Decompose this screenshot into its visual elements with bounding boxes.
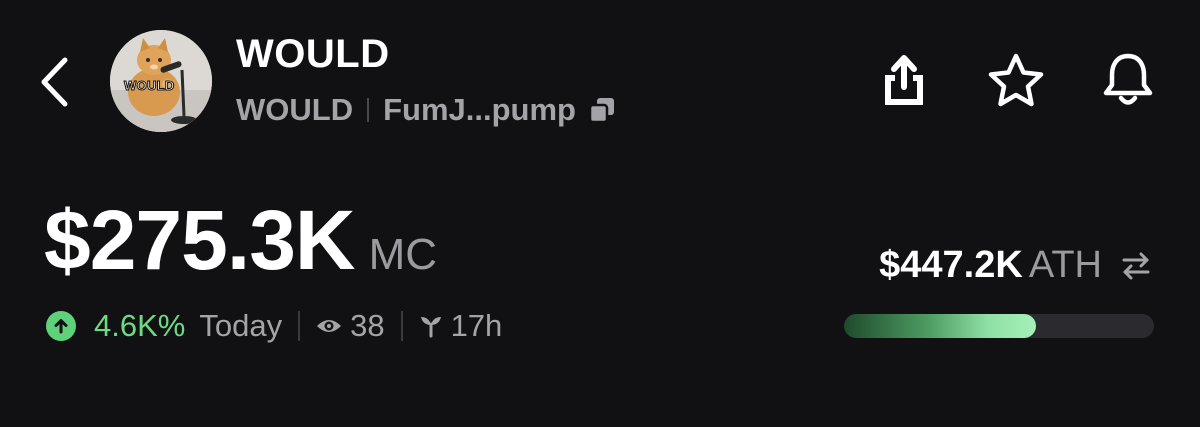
market-cap: $275.3K MC xyxy=(44,190,437,290)
avatar-caption: WOULD xyxy=(124,78,175,94)
sprout-icon xyxy=(419,314,443,338)
copy-address-button[interactable] xyxy=(584,92,620,128)
token-address[interactable]: FumJ...pump xyxy=(383,90,576,130)
favorite-button[interactable] xyxy=(984,48,1048,112)
stats-divider xyxy=(298,311,301,341)
token-age: 17h xyxy=(450,308,503,343)
share-icon xyxy=(885,55,923,105)
market-cap-label: MC xyxy=(368,230,438,279)
token-subtitle: WOULD FumJ...pump xyxy=(236,90,620,130)
stats-row: 4.6K% Today 38 17h xyxy=(46,304,502,348)
toggle-ath-button[interactable] xyxy=(1116,246,1156,286)
bell-icon xyxy=(1103,53,1153,105)
ath-display: $447.2K ATH xyxy=(879,244,1156,287)
back-button[interactable] xyxy=(28,52,80,112)
subtitle-divider xyxy=(367,98,370,122)
star-icon xyxy=(988,53,1044,107)
chevron-left-icon xyxy=(41,57,68,107)
copy-icon xyxy=(588,98,614,124)
swap-arrows-icon xyxy=(1122,252,1150,279)
arrow-up-icon xyxy=(46,311,76,341)
eye-icon xyxy=(316,317,342,335)
token-avatar: WOULD xyxy=(110,30,212,132)
token-ticker: WOULD xyxy=(236,92,354,127)
stats-divider xyxy=(400,311,403,341)
token-name: WOULD xyxy=(236,32,390,76)
ath-value: $447.2K xyxy=(879,244,1023,286)
share-button[interactable] xyxy=(872,48,936,112)
price-change-percent: 4.6K% xyxy=(94,308,186,343)
ath-progress-fill xyxy=(844,314,1037,338)
viewer-count: 38 xyxy=(350,308,385,343)
ath-label: ATH xyxy=(1028,244,1102,286)
notifications-button[interactable] xyxy=(1096,48,1160,112)
market-cap-value: $275.3K xyxy=(44,193,356,287)
price-change-period: Today xyxy=(199,308,283,343)
ath-progress-bar xyxy=(844,314,1154,338)
